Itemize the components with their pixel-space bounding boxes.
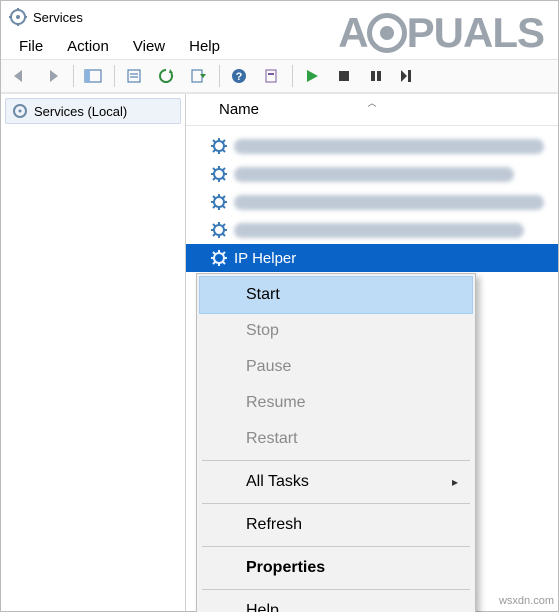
menu-separator [202, 503, 470, 504]
menu-help[interactable]: Help [177, 36, 232, 57]
gear-icon [210, 193, 228, 211]
context-menu-refresh[interactable]: Refresh [200, 507, 472, 543]
refresh-button[interactable] [151, 62, 181, 90]
context-menu: StartStopPauseResumeRestart All Tasks Refr… [196, 273, 476, 612]
pause-service-button[interactable] [361, 62, 391, 90]
service-row[interactable] [186, 216, 558, 244]
tree-item-services-local[interactable]: Services (Local) [5, 98, 181, 124]
menu-separator [202, 460, 470, 461]
context-menu-help[interactable]: Help [200, 593, 472, 612]
services-window: Services A PUALS File Action View Help ? [0, 0, 559, 612]
restart-service-button[interactable] [393, 62, 423, 90]
toolbar-separator [219, 65, 220, 87]
context-menu-resume: Resume [200, 385, 472, 421]
source-note: wsxdn.com [499, 595, 554, 607]
context-menu-pause: Pause [200, 349, 472, 385]
column-header-row[interactable]: Name ︿ [186, 94, 558, 126]
context-menu-properties[interactable]: Properties [200, 550, 472, 586]
gear-icon [210, 165, 228, 183]
context-menu-start[interactable]: Start [200, 277, 472, 313]
menu-file[interactable]: File [7, 36, 55, 57]
gear-icon [12, 103, 28, 119]
forward-button[interactable] [37, 62, 67, 90]
context-menu-restart: Restart [200, 421, 472, 457]
tree-item-label: Services (Local) [34, 104, 127, 119]
service-row[interactable] [186, 160, 558, 188]
menu-view[interactable]: View [121, 36, 177, 57]
appuals-watermark: A PUALS [338, 9, 544, 57]
left-pane: Services (Local) [1, 94, 186, 611]
export-list-button[interactable] [183, 62, 213, 90]
service-row-selected[interactable]: IP Helper [186, 244, 558, 272]
context-menu-all-tasks[interactable]: All Tasks [200, 464, 472, 500]
manage-button[interactable] [256, 62, 286, 90]
gear-icon [210, 137, 228, 155]
bullseye-icon [367, 13, 407, 53]
watermark-left: A [338, 9, 367, 57]
service-name: IP Helper [234, 250, 296, 267]
toolbar: ? [1, 59, 558, 93]
gear-icon [210, 221, 228, 239]
svg-text:?: ? [236, 71, 243, 83]
menu-separator [202, 546, 470, 547]
blurred-text [234, 167, 514, 182]
watermark-right: PUALS [407, 9, 544, 57]
gear-icon [210, 249, 228, 267]
blurred-text [234, 195, 544, 210]
properties-button[interactable] [119, 62, 149, 90]
stop-service-button[interactable] [329, 62, 359, 90]
service-row[interactable] [186, 132, 558, 160]
window-title: Services [33, 10, 83, 25]
menu-separator [202, 589, 470, 590]
start-service-button[interactable] [297, 62, 327, 90]
column-name: Name [219, 101, 259, 118]
blurred-text [234, 139, 544, 154]
show-hide-tree-button[interactable] [78, 62, 108, 90]
toolbar-separator [114, 65, 115, 87]
help-button[interactable]: ? [224, 62, 254, 90]
blurred-text [234, 223, 524, 238]
back-button[interactable] [5, 62, 35, 90]
toolbar-separator [292, 65, 293, 87]
context-menu-stop: Stop [200, 313, 472, 349]
toolbar-separator [73, 65, 74, 87]
service-row[interactable] [186, 188, 558, 216]
services-app-icon [9, 8, 27, 26]
menu-action[interactable]: Action [55, 36, 121, 57]
